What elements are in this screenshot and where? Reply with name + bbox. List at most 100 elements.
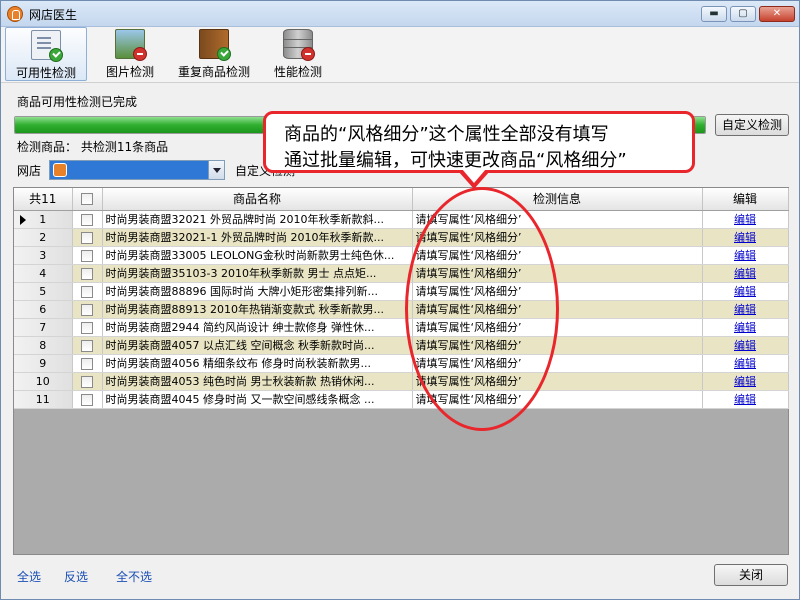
tab-availability-check[interactable]: 可用性检测 (5, 27, 87, 81)
custom-check-button[interactable]: 自定义检测 (715, 114, 789, 136)
edit-cell: 编辑 (702, 282, 789, 301)
shop-select[interactable] (49, 160, 225, 180)
row-select[interactable] (72, 300, 103, 319)
row-number: 5 (14, 282, 73, 301)
row-select[interactable] (72, 282, 103, 301)
table-row[interactable]: 3 时尚男装商盟33005 LEOLONG金秋时尚新款男士纯色休... 请填写属性‘… (14, 246, 789, 265)
shop-icon (53, 163, 67, 177)
edit-link[interactable]: 编辑 (734, 303, 756, 316)
row-number: 4 (14, 264, 73, 283)
grid-empty-area (13, 409, 789, 555)
maximize-button[interactable]: ▢ (730, 6, 756, 22)
header-edit[interactable]: 编辑 (702, 188, 789, 211)
product-name[interactable]: 时尚男装商盟88896 国际时尚 大牌小矩形密集排列新... (102, 282, 413, 301)
checkbox[interactable] (81, 375, 93, 388)
header-name[interactable]: 商品名称 (102, 188, 413, 211)
tab-duplicate-check[interactable]: 重复商品检测 (171, 27, 257, 81)
row-select[interactable] (72, 354, 103, 373)
checkbox[interactable] (81, 357, 93, 370)
edit-cell: 编辑 (702, 246, 789, 265)
header-count: 共11 (14, 188, 73, 211)
edit-cell: 编辑 (702, 372, 789, 391)
select-none-link[interactable]: 全不选 (116, 568, 152, 585)
product-name[interactable]: 时尚男装商盟4056 精细条纹布 修身时尚秋装新款男... (102, 354, 413, 373)
invert-selection-link[interactable]: 反选 (64, 568, 88, 585)
tab-image-check[interactable]: 图片检测 (93, 27, 167, 81)
edit-cell: 编辑 (702, 210, 789, 229)
product-name[interactable]: 时尚男装商盟35103-3 2010年秋季新款 男士 点点矩... (102, 264, 413, 283)
row-select[interactable] (72, 264, 103, 283)
header-select-all[interactable] (72, 188, 103, 211)
table-row[interactable]: 1 时尚男装商盟32021 外贸品牌时尚 2010年秋季新款斜... 请填写属性‘风… (14, 210, 789, 229)
edit-cell: 编辑 (702, 264, 789, 283)
row-number: 2 (14, 228, 73, 247)
checkbox[interactable] (81, 393, 93, 406)
table-row[interactable]: 11 时尚男装商盟4045 修身时尚 又一款空间感线条概念 ... 请填写属性‘风格… (14, 390, 789, 409)
checkbox[interactable] (81, 193, 93, 206)
row-select[interactable] (72, 390, 103, 409)
edit-link[interactable]: 编辑 (734, 285, 756, 298)
checkbox[interactable] (81, 267, 93, 280)
edit-link[interactable]: 编辑 (734, 375, 756, 388)
tab-performance-check[interactable]: 性能检测 (263, 27, 333, 81)
product-name[interactable]: 时尚男装商盟32021-1 外贸品牌时尚 2010年秋季新款... (102, 228, 413, 247)
edit-link[interactable]: 编辑 (734, 231, 756, 244)
table-row[interactable]: 8 时尚男装商盟4057 以点汇线 空间概念 秋季新款时尚... 请填写属性‘风格细… (14, 336, 789, 355)
callout-line-1: 商品的“风格细分”这个属性全部没有填写 (284, 124, 609, 145)
document-check-icon (31, 30, 63, 62)
row-number: 1 (14, 210, 73, 229)
checkbox[interactable] (81, 339, 93, 352)
row-select[interactable] (72, 372, 103, 391)
table-row[interactable]: 7 时尚男装商盟2944 简约风尚设计 绅士款修身 弹性休... 请填写属性‘风格细… (14, 318, 789, 337)
checkbox[interactable] (81, 303, 93, 316)
edit-link[interactable]: 编辑 (734, 249, 756, 262)
edit-link[interactable]: 编辑 (734, 339, 756, 352)
edit-link[interactable]: 编辑 (734, 357, 756, 370)
close-button[interactable]: 关闭 (714, 564, 788, 586)
chevron-down-icon[interactable] (208, 161, 224, 179)
row-select[interactable] (72, 318, 103, 337)
tab-label: 重复商品检测 (177, 65, 250, 79)
row-number: 6 (14, 300, 73, 319)
checkbox[interactable] (81, 285, 93, 298)
checkbox[interactable] (81, 213, 93, 226)
edit-link[interactable]: 编辑 (734, 321, 756, 334)
edit-link[interactable]: 编辑 (734, 267, 756, 280)
checkbox[interactable] (81, 249, 93, 262)
product-name[interactable]: 时尚男装商盟2944 简约风尚设计 绅士款修身 弹性休... (102, 318, 413, 337)
product-name[interactable]: 时尚男装商盟32021 外贸品牌时尚 2010年秋季新款斜... (102, 210, 413, 229)
result-grid: 共11 商品名称 检测信息 编辑 1 时尚男装商盟32021 外贸品牌时尚 201… (13, 187, 789, 409)
status-text: 商品可用性检测已完成 (17, 95, 138, 109)
table-row[interactable]: 6 时尚男装商盟88913 2010年热销渐变款式 秋季新款男... 请填写属性‘风… (14, 300, 789, 319)
product-name[interactable]: 时尚男装商盟4053 纯色时尚 男士秋装新款 热销休闲... (102, 372, 413, 391)
table-row[interactable]: 5 时尚男装商盟88896 国际时尚 大牌小矩形密集排列新... 请填写属性‘风格细… (14, 282, 789, 301)
minimize-button[interactable]: ▬ (701, 6, 727, 22)
close-window-button[interactable]: ✕ (759, 6, 795, 22)
checkbox[interactable] (81, 231, 93, 244)
product-name[interactable]: 时尚男装商盟33005 LEOLONG金秋时尚新款男士纯色休... (102, 246, 413, 265)
row-select[interactable] (72, 228, 103, 247)
row-number: 9 (14, 354, 73, 373)
row-select[interactable] (72, 246, 103, 265)
select-all-link[interactable]: 全选 (17, 568, 41, 585)
edit-cell: 编辑 (702, 354, 789, 373)
edit-link[interactable]: 编辑 (734, 213, 756, 226)
shop-label: 网店 (17, 164, 42, 178)
table-row[interactable]: 9 时尚男装商盟4056 精细条纹布 修身时尚秋装新款男... 请填写属性‘风格细分… (14, 354, 789, 373)
product-name[interactable]: 时尚男装商盟88913 2010年热销渐变款式 秋季新款男... (102, 300, 413, 319)
title-bar[interactable]: 网店医生 ▬ ▢ ✕ (1, 1, 799, 27)
table-row[interactable]: 4 时尚男装商盟35103-3 2010年秋季新款 男士 点点矩... 请填写属性‘… (14, 264, 789, 283)
edit-cell: 编辑 (702, 336, 789, 355)
product-name[interactable]: 时尚男装商盟4057 以点汇线 空间概念 秋季新款时尚... (102, 336, 413, 355)
table-row[interactable]: 2 时尚男装商盟32021-1 外贸品牌时尚 2010年秋季新款... 请填写属性‘… (14, 228, 789, 247)
table-row[interactable]: 10 时尚男装商盟4053 纯色时尚 男士秋装新款 热销休闲... 请填写属性‘风格… (14, 372, 789, 391)
row-number: 11 (14, 390, 73, 409)
main-window: 网店医生 ▬ ▢ ✕ 可用性检测 图片检测 重复商品检测 性能检测 商品可用性检… (0, 0, 800, 600)
row-select[interactable] (72, 336, 103, 355)
row-select[interactable] (72, 210, 103, 229)
edit-cell: 编辑 (702, 300, 789, 319)
annotation-ellipse (405, 187, 559, 431)
product-name[interactable]: 时尚男装商盟4045 修身时尚 又一款空间感线条概念 ... (102, 390, 413, 409)
checkbox[interactable] (81, 321, 93, 334)
edit-link[interactable]: 编辑 (734, 393, 756, 406)
